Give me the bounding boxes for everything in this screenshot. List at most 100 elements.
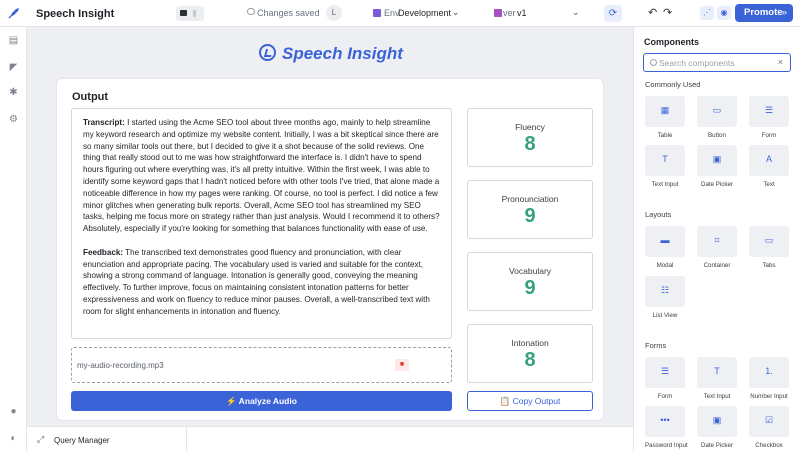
number-input-icon: 1. bbox=[749, 357, 789, 388]
query-manager-toggle[interactable]: Query Manager bbox=[54, 436, 110, 445]
transcript-text: I started using the Acme SEO tool about … bbox=[83, 118, 440, 234]
avatar[interactable]: L bbox=[326, 5, 342, 21]
metric-label: Intonation bbox=[511, 338, 549, 348]
component-form[interactable]: ☰ Form bbox=[749, 96, 789, 139]
theme-icon[interactable]: ◐ bbox=[8, 433, 19, 444]
checkbox-icon: ☑ bbox=[749, 406, 789, 437]
environment-icon bbox=[373, 9, 381, 17]
section-commonly-used: Commonly Used bbox=[645, 80, 701, 89]
component-date-picker[interactable]: ▣ Date Picker bbox=[697, 406, 737, 449]
copy-output-button[interactable]: 📋 Copy Output bbox=[467, 391, 593, 411]
tile-label: Date Picker bbox=[701, 181, 733, 188]
component-number-input[interactable]: 1. Number Input bbox=[749, 357, 789, 400]
panel-title: Components bbox=[644, 37, 699, 47]
tile-label: Form bbox=[761, 132, 777, 139]
text-input-icon: T bbox=[645, 145, 685, 176]
redo-icon[interactable]: ↷ bbox=[663, 6, 672, 19]
expand-icon[interactable]: ⤢ bbox=[37, 434, 44, 445]
components-panel: Components × Commonly Used ▦ Table ▭ Butto… bbox=[633, 27, 800, 451]
text-icon: A bbox=[749, 145, 789, 176]
rocket-icon[interactable] bbox=[7, 6, 21, 20]
component-text-input[interactable]: T Text Input bbox=[645, 145, 685, 188]
share-button[interactable]: ⋰ bbox=[700, 6, 714, 20]
calendar-icon: ▣ bbox=[697, 145, 737, 176]
save-status: Changes saved bbox=[257, 8, 320, 18]
view-mode-toggle[interactable] bbox=[176, 6, 204, 21]
environment-select[interactable]: Development bbox=[398, 8, 451, 18]
chevron-down-icon[interactable]: ⌄ bbox=[572, 7, 580, 18]
inspector-icon[interactable]: ◤ bbox=[8, 62, 19, 73]
metric-label: Fluency bbox=[515, 122, 545, 132]
section-layouts: Layouts bbox=[645, 210, 672, 219]
delete-file-button[interactable]: ■ bbox=[395, 359, 409, 371]
metric-value: 9 bbox=[524, 277, 536, 299]
button-icon: ▭ bbox=[697, 96, 737, 127]
search-input[interactable] bbox=[659, 57, 779, 69]
metric-fluency: Fluency 8 bbox=[467, 108, 593, 167]
component-table[interactable]: ▦ Table bbox=[645, 96, 685, 139]
preview-button[interactable]: ◉ bbox=[717, 6, 731, 20]
modal-icon: ▬ bbox=[645, 226, 685, 257]
divider bbox=[186, 427, 187, 451]
component-text[interactable]: A Text bbox=[749, 145, 789, 188]
desktop-icon bbox=[180, 10, 187, 16]
file-name: my-audio-recording.mp3 bbox=[77, 361, 164, 370]
settings-icon[interactable]: ⚙ bbox=[8, 114, 19, 125]
version-key: ver bbox=[503, 8, 516, 18]
text-input-icon: T bbox=[697, 357, 737, 388]
tile-label: Form bbox=[657, 393, 673, 400]
table-icon: ▦ bbox=[645, 96, 685, 127]
speech-logo-icon bbox=[259, 44, 276, 61]
component-form[interactable]: ☰ Form bbox=[645, 357, 685, 400]
pages-icon[interactable]: ▤ bbox=[8, 35, 19, 46]
tile-label: List View bbox=[652, 312, 678, 319]
tile-label: Modal bbox=[656, 262, 674, 269]
file-dropzone[interactable]: my-audio-recording.mp3 ■ bbox=[71, 347, 452, 383]
component-date-picker[interactable]: ▣ Date Picker bbox=[697, 145, 737, 188]
output-card: Output Transcript: I started using the A… bbox=[56, 78, 604, 421]
tile-label: Text bbox=[763, 181, 775, 188]
chevron-down-icon[interactable]: ⌄ bbox=[452, 7, 460, 18]
password-input-icon: ••• bbox=[645, 406, 685, 437]
component-search[interactable]: × bbox=[643, 53, 791, 72]
close-icon[interactable]: × bbox=[778, 57, 783, 67]
tile-label: Text Input bbox=[703, 393, 731, 400]
component-container[interactable]: ⌗ Container bbox=[697, 226, 737, 269]
metric-value: 8 bbox=[524, 133, 536, 155]
transcript-label: Transcript: bbox=[83, 118, 125, 127]
component-password-input[interactable]: ••• Password Input bbox=[645, 406, 688, 449]
debugger-icon[interactable]: ✱ bbox=[8, 87, 19, 98]
promote-label: Promote bbox=[744, 7, 783, 18]
component-modal[interactable]: ▬ Modal bbox=[645, 226, 685, 269]
double-chevron-icon: » bbox=[781, 7, 787, 18]
promote-button[interactable]: Promote » bbox=[735, 4, 793, 22]
tile-label: Container bbox=[703, 262, 731, 269]
component-tabs[interactable]: ▭ Tabs bbox=[749, 226, 789, 269]
metric-label: Pronounciation bbox=[501, 194, 559, 204]
component-button[interactable]: ▭ Button bbox=[697, 96, 737, 139]
top-bar: Speech Insight Changes saved L Env Devel… bbox=[0, 0, 800, 27]
undo-icon[interactable]: ↶ bbox=[648, 6, 657, 19]
tile-label: Date Picker bbox=[701, 442, 733, 449]
calendar-icon: ▣ bbox=[697, 406, 737, 437]
tile-label: Text Input bbox=[651, 181, 679, 188]
tile-label: Button bbox=[708, 132, 726, 139]
bottom-bar: ⤢ Query Manager bbox=[27, 426, 633, 451]
version-select[interactable]: v1 bbox=[517, 8, 527, 18]
analyze-audio-button[interactable]: ⚡ Analyze Audio bbox=[71, 391, 452, 411]
metric-pronounciation: Pronounciation 9 bbox=[467, 180, 593, 239]
tabs-icon: ▭ bbox=[749, 226, 789, 257]
component-checkbox[interactable]: ☑ Checkbox bbox=[749, 406, 789, 449]
form-icon: ☰ bbox=[645, 357, 685, 388]
component-text-input[interactable]: T Text Input bbox=[697, 357, 737, 400]
refresh-button[interactable]: ⟳ bbox=[604, 5, 622, 22]
transcript-paragraph: Transcript: I started using the Acme SEO… bbox=[83, 117, 440, 235]
chat-icon[interactable]: ● bbox=[8, 406, 19, 417]
metric-label: Vocabulary bbox=[508, 266, 552, 276]
metric-value: 9 bbox=[524, 205, 536, 227]
section-forms: Forms bbox=[645, 341, 667, 350]
app-name: Speech Insight bbox=[36, 8, 115, 20]
component-list-view[interactable]: ☷ List View bbox=[645, 276, 685, 319]
output-text: Transcript: I started using the Acme SEO… bbox=[71, 108, 452, 339]
card-title: Output bbox=[72, 91, 109, 103]
